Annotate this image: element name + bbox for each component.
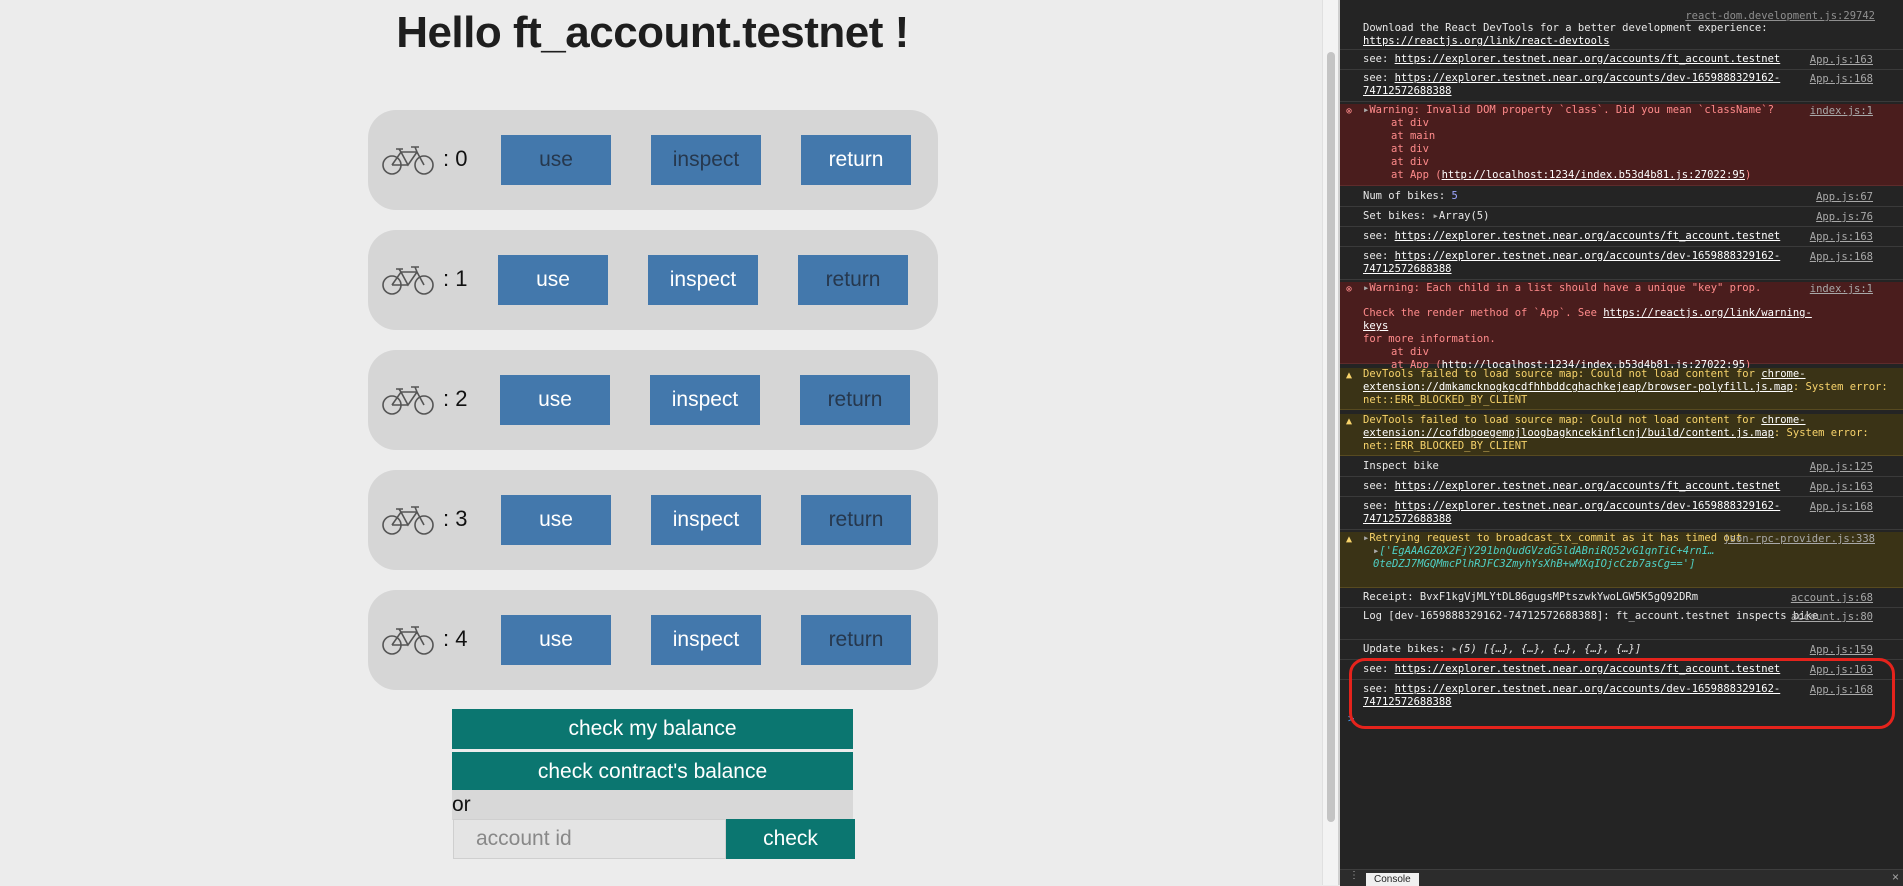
inspect-button[interactable]: inspect [651, 135, 761, 185]
devtools-console: react-dom.development.js:29742 Download … [1340, 0, 1903, 885]
console-line: see: https://explorer.testnet.near.org/a… [1340, 500, 1903, 530]
account-id-input[interactable]: account id [453, 819, 726, 859]
console-warning: ▲ ▸Retrying request to broadcast_tx_comm… [1340, 532, 1903, 588]
bike-row: : 1 use inspect return [368, 230, 938, 330]
error-circle-icon: ⊗ [1346, 284, 1353, 295]
page-title: Hello ft_account.testnet ! [396, 8, 909, 57]
console-line: see: https://explorer.testnet.near.org/a… [1340, 480, 1903, 497]
console-line: see: https://explorer.testnet.near.org/a… [1340, 250, 1903, 280]
inspect-button[interactable]: inspect [651, 615, 761, 665]
console-error: ⊗ ▸Warning: Invalid DOM property `class`… [1340, 104, 1903, 186]
bike-row: : 4 use inspect return [368, 590, 938, 690]
console-line: see: https://explorer.testnet.near.org/a… [1340, 230, 1903, 247]
warning-triangle-icon: ▲ [1346, 416, 1353, 427]
console-error: ⊗ ▸Warning: Each child in a list should … [1340, 282, 1903, 371]
page-scrollbar[interactable] [1322, 0, 1339, 885]
inspect-button[interactable]: inspect [648, 255, 758, 305]
use-button[interactable]: use [501, 615, 611, 665]
use-button[interactable]: use [501, 495, 611, 545]
bicycle-icon [382, 386, 434, 415]
bike-index: : 3 [443, 506, 468, 531]
console-line: Download the React DevTools for a better… [1340, 22, 1903, 50]
use-button[interactable]: use [498, 255, 608, 305]
console-warning: ▲ DevTools failed to load source map: Co… [1340, 368, 1903, 410]
warning-triangle-icon: ▲ [1346, 534, 1353, 545]
scrollbar-thumb[interactable] [1327, 52, 1335, 822]
check-my-balance-button[interactable]: check my balance [452, 709, 853, 749]
inspect-button[interactable]: inspect [650, 375, 760, 425]
bike-index: : 2 [443, 386, 468, 411]
bicycle-icon [382, 506, 434, 535]
or-label: or [452, 793, 471, 816]
console-line: see: https://explorer.testnet.near.org/a… [1340, 53, 1903, 70]
error-circle-icon: ⊗ [1346, 106, 1353, 117]
bike-index: : 1 [443, 266, 468, 291]
bicycle-icon [382, 626, 434, 655]
console-line: Num of bikes: 5 App.js:67 [1340, 190, 1903, 207]
bike-index: : 0 [443, 146, 468, 171]
bicycle-icon [382, 146, 434, 175]
warning-triangle-icon: ▲ [1346, 370, 1353, 381]
console-line: Log [dev-1659888329162-74712572688388]: … [1340, 610, 1903, 640]
bike-row: : 0 use inspect return [368, 110, 938, 210]
tab-console[interactable]: Console [1366, 873, 1419, 886]
console-line: Set bikes: ▸Array(5) App.js:76 [1340, 210, 1903, 227]
return-button[interactable]: return [801, 135, 911, 185]
return-button[interactable]: return [801, 495, 911, 545]
close-icon[interactable]: × [1892, 870, 1899, 884]
or-bar [452, 790, 853, 820]
console-top-source: react-dom.development.js:29742 [1685, 10, 1875, 22]
bike-row: : 3 use inspect return [368, 470, 938, 570]
devtools-drawer: ⋮ Console × [1340, 869, 1903, 886]
return-button[interactable]: return [798, 255, 908, 305]
use-button[interactable]: use [500, 375, 610, 425]
console-line: Inspect bike App.js:125 [1340, 460, 1903, 477]
dapp-page: Hello ft_account.testnet ! : 0 use inspe… [0, 0, 1322, 885]
console-line: Receipt: BvxF1kgVjMLYtDL86gugsMPtszwkYwo… [1340, 591, 1903, 608]
console-warning: ▲ DevTools failed to load source map: Co… [1340, 414, 1903, 456]
return-button[interactable]: return [800, 375, 910, 425]
check-contract-balance-button[interactable]: check contract's balance [452, 752, 853, 792]
highlight-annotation [1349, 658, 1895, 729]
drawer-menu-icon[interactable]: ⋮ [1349, 870, 1359, 881]
console-line: see: https://explorer.testnet.near.org/a… [1340, 72, 1903, 102]
bike-row: : 2 use inspect return [368, 350, 938, 450]
inspect-button[interactable]: inspect [651, 495, 761, 545]
use-button[interactable]: use [501, 135, 611, 185]
bicycle-icon [382, 266, 434, 295]
bike-index: : 4 [443, 626, 468, 651]
check-button[interactable]: check [726, 819, 855, 859]
return-button[interactable]: return [801, 615, 911, 665]
